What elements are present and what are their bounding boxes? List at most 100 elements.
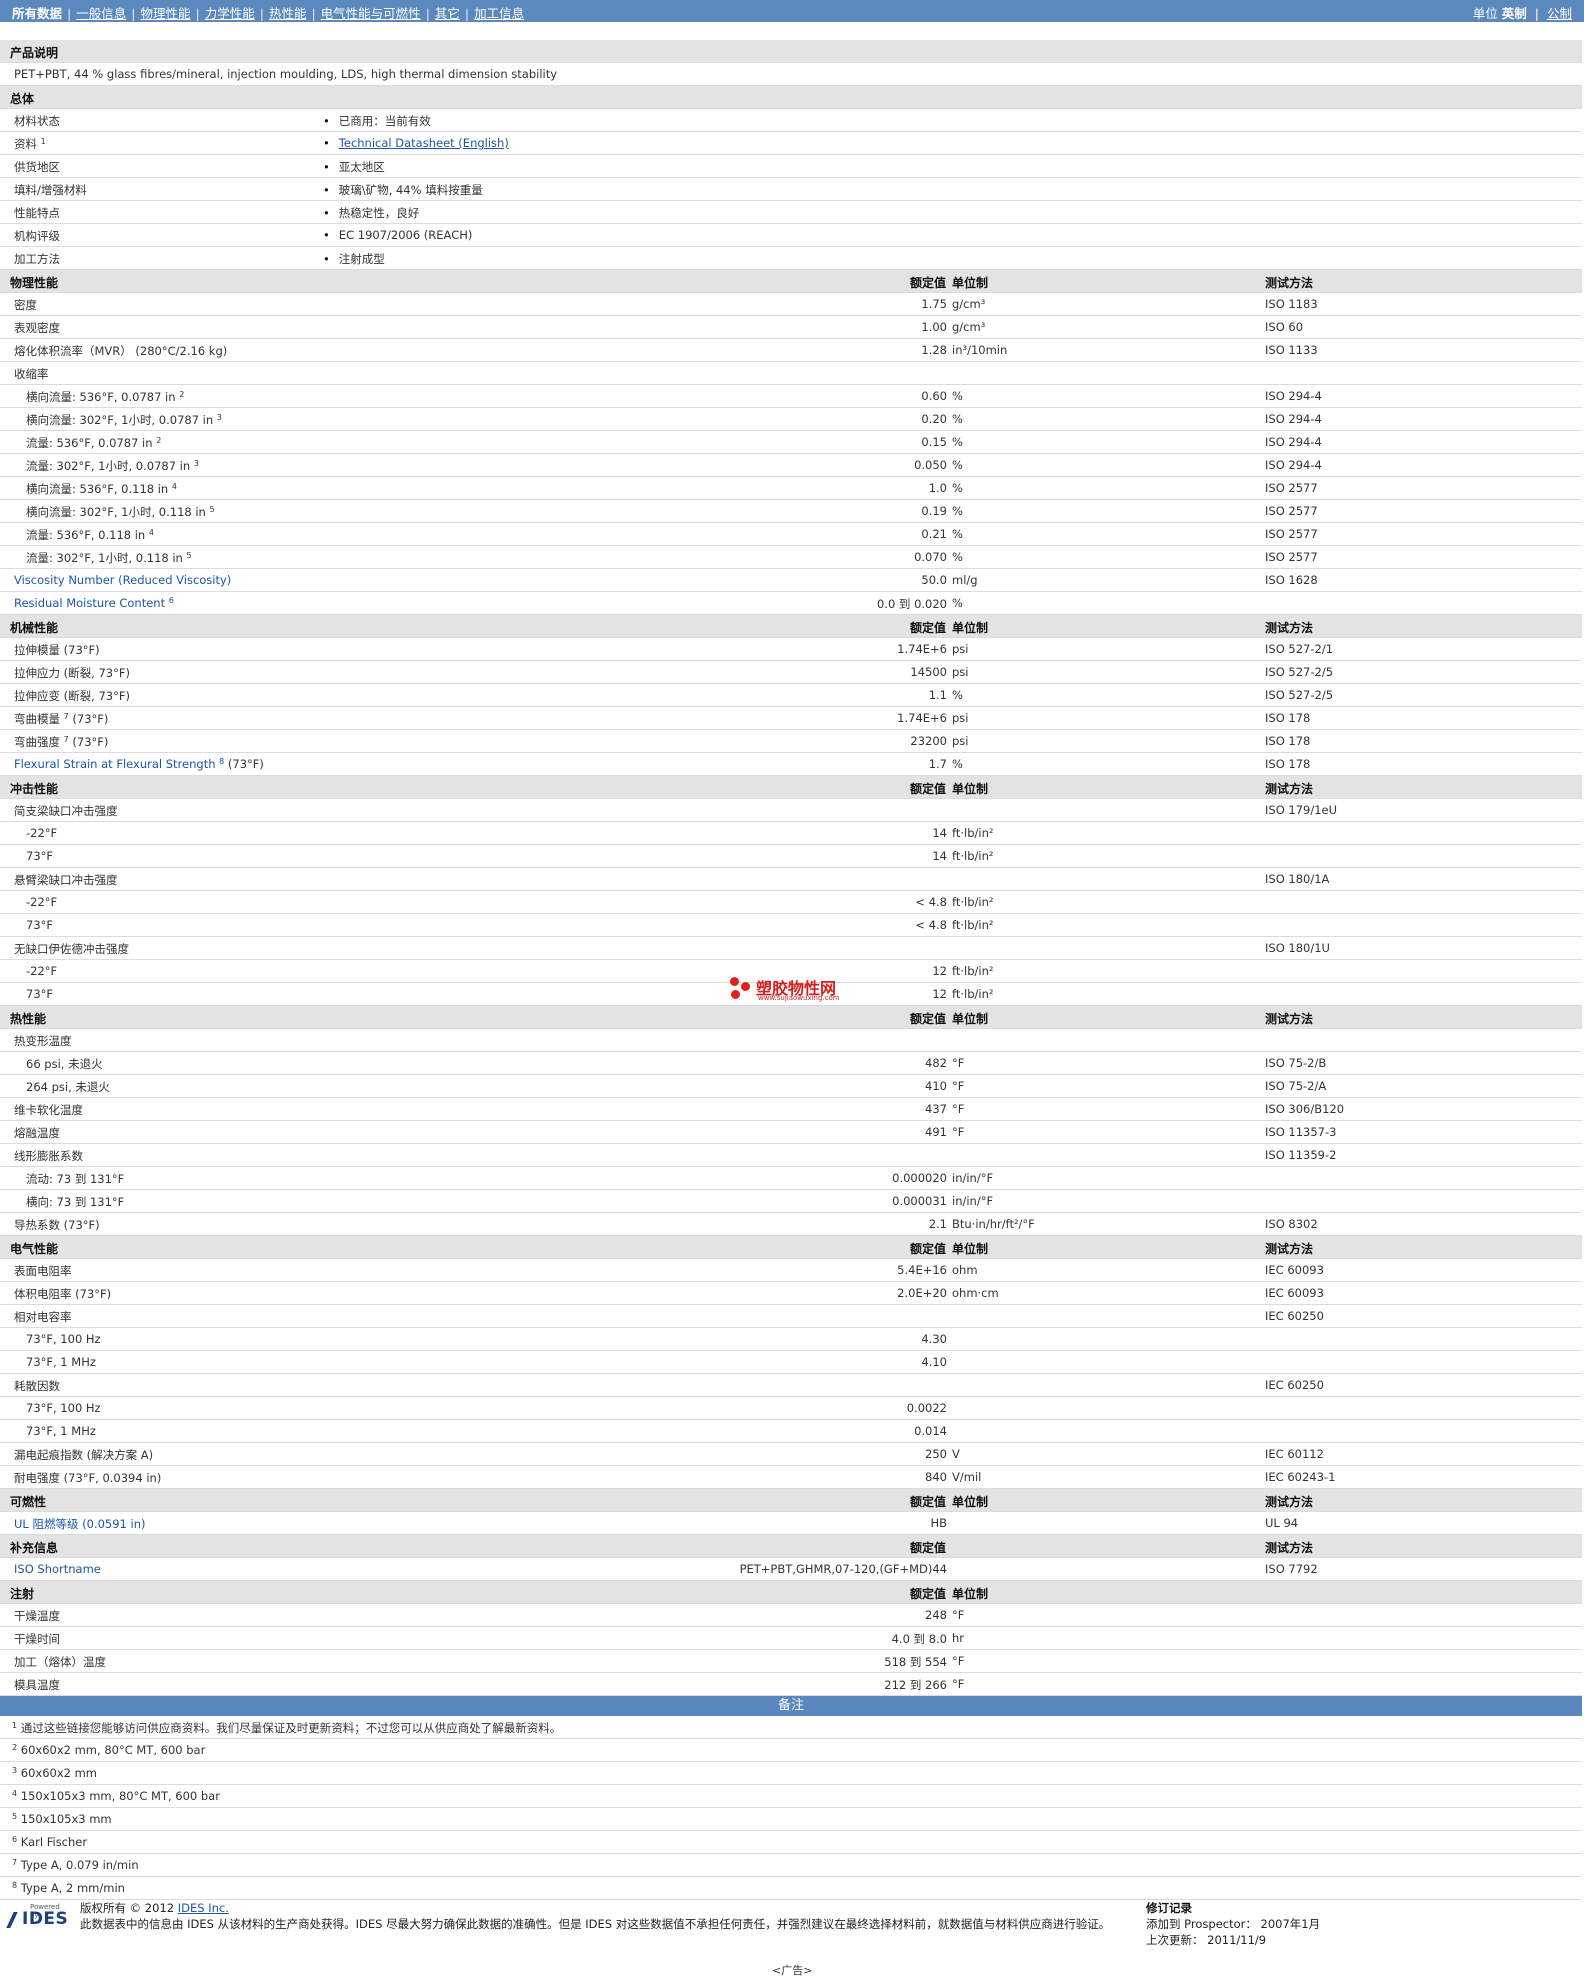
property-row: 拉伸应力 (断裂, 73°F) 14500 psi ISO 527-2/5 bbox=[0, 661, 1582, 684]
revision-added: 添加到 Prospector： 2007年1月 bbox=[1146, 1917, 1321, 1931]
property-name-text: 相对电容率 bbox=[14, 1310, 72, 1324]
property-row: 相对电容率 IEC 60250 bbox=[0, 1305, 1582, 1328]
unit-value: °F bbox=[952, 1677, 965, 1691]
property-row: 73°F, 100 Hz 0.0022 bbox=[0, 1397, 1582, 1420]
nav-item[interactable]: 加工信息 bbox=[474, 6, 524, 21]
unit-imperial-link[interactable]: 英制 bbox=[1502, 6, 1527, 21]
section-header: 机械性能 额定值 单位制 测试方法 bbox=[0, 615, 1582, 638]
test-method: ISO 179/1eU bbox=[1265, 803, 1338, 817]
property-name: 耗散因数 bbox=[14, 1378, 60, 1394]
property-name-text: -22°F bbox=[26, 895, 58, 909]
section-title: 电气性能 bbox=[10, 1242, 59, 1256]
unit-header: 单位制 bbox=[952, 621, 989, 635]
test-method: UL 94 bbox=[1265, 1516, 1299, 1530]
property-name: 表面电阻率 bbox=[14, 1263, 72, 1279]
nominal-value: < 4.8 bbox=[915, 918, 947, 932]
unit-value: psi bbox=[952, 734, 969, 748]
property-name: 干燥温度 bbox=[14, 1608, 60, 1624]
property-name-text: 流动: 73 到 131°F bbox=[26, 1172, 125, 1186]
unit-value: % bbox=[952, 504, 963, 518]
property-name: 横向流量: 536°F, 0.0787 in 2 bbox=[26, 389, 184, 405]
property-name: 简支梁缺口冲击强度 bbox=[14, 803, 118, 819]
property-row: 导热系数 (73°F) 2.1 Btu·in/hr/ft²/°F ISO 8302 bbox=[0, 1213, 1582, 1236]
nav-item[interactable]: 一般信息 bbox=[76, 6, 126, 21]
unit-value: g/cm³ bbox=[952, 320, 986, 334]
property-row: 66 psi, 未退火 482 °F ISO 75-2/B bbox=[0, 1052, 1582, 1075]
test-method: ISO 8302 bbox=[1265, 1217, 1318, 1231]
section-title: 可燃性 bbox=[10, 1495, 47, 1509]
datasheet-link[interactable]: Technical Datasheet (English) bbox=[339, 136, 509, 150]
unit-value: ml/g bbox=[952, 573, 978, 587]
note-content: Karl Fischer bbox=[20, 1835, 88, 1849]
unit-value: % bbox=[952, 527, 963, 541]
property-name-text: 拉伸应力 (断裂, 73°F) bbox=[14, 666, 130, 680]
property-name: 体积电阻率 (73°F) bbox=[14, 1286, 111, 1302]
nominal-value: 0.0 到 0.020 bbox=[876, 597, 947, 611]
property-name: 悬臂梁缺口冲击强度 bbox=[14, 872, 118, 888]
property-name-text: 表面电阻率 bbox=[14, 1264, 72, 1278]
test-method: ISO 1183 bbox=[1265, 297, 1318, 311]
nav-item[interactable]: 热性能 bbox=[269, 6, 307, 21]
nav-item[interactable]: 所有数据 bbox=[12, 6, 62, 21]
property-name-text: 73°F, 100 Hz bbox=[26, 1401, 101, 1415]
nominal-value: 0.000031 bbox=[892, 1194, 947, 1208]
nominal-value: PET+PBT,GHMR,07-120,(GF+MD)44 bbox=[739, 1562, 947, 1576]
revision-title: 修订记录 bbox=[1146, 1901, 1192, 1915]
footnote-ref: 2 bbox=[156, 436, 162, 445]
top-nav-bar: 所有数据 | 一般信息 | 物理性能 | 力学性能 | 热性能 | 电气性能与可燃性 | 其它 | 加工信息… bbox=[0, 0, 1584, 22]
property-name: 模具温度 bbox=[14, 1677, 60, 1693]
unit-value: in/in/°F bbox=[952, 1194, 994, 1208]
property-row: -22°F < 4.8 ft·lb/in² bbox=[0, 891, 1582, 914]
property-name-text: 线形膨胀系数 bbox=[14, 1149, 83, 1163]
unit-value: V bbox=[952, 1447, 960, 1461]
property-name-text: 加工方法 bbox=[14, 252, 60, 266]
property-row: 73°F 14 ft·lb/in² bbox=[0, 845, 1582, 868]
test-method: ISO 294-4 bbox=[1265, 458, 1322, 472]
property-name: 流量: 536°F, 0.118 in 4 bbox=[26, 527, 154, 543]
nominal-value: 4.10 bbox=[921, 1355, 947, 1369]
nav-item[interactable]: 其它 bbox=[435, 6, 460, 21]
unit-header: 单位制 bbox=[952, 1587, 989, 1601]
note-text: 3 60x60x2 mm bbox=[12, 1766, 97, 1780]
ides-link[interactable]: IDES Inc. bbox=[178, 1901, 229, 1915]
property-name-text: 悬臂梁缺口冲击强度 bbox=[14, 873, 118, 887]
nominal-header: 额定值 bbox=[909, 1541, 946, 1555]
unit-value: °F bbox=[952, 1102, 965, 1116]
property-row: 简支梁缺口冲击强度 ISO 179/1eU bbox=[0, 799, 1582, 822]
property-row: 拉伸应变 (断裂, 73°F) 1.1% ISO 527-2/5 bbox=[0, 684, 1582, 707]
property-value: Technical Datasheet (English) bbox=[323, 136, 509, 150]
unit-metric-link[interactable]: 公制 bbox=[1547, 6, 1572, 21]
property-name-text: 密度 bbox=[14, 298, 37, 312]
test-method: ISO 11357-3 bbox=[1265, 1125, 1337, 1139]
property-value: 玻璃\矿物, 44% 填料按重量 bbox=[323, 182, 483, 198]
test-method: ISO 75-2/A bbox=[1265, 1079, 1327, 1093]
test-method: ISO 75-2/B bbox=[1265, 1056, 1327, 1070]
unit-switcher: 单位 英制 | 公制 bbox=[1472, 6, 1572, 21]
nav-item[interactable]: 力学性能 bbox=[205, 6, 255, 21]
nav-item[interactable]: 物理性能 bbox=[140, 6, 190, 21]
property-row: 熔融温度 491 °F ISO 11357-3 bbox=[0, 1121, 1582, 1144]
ides-logo: Powered by IDES bbox=[6, 1903, 70, 1931]
note-row: 5 150x105x3 mm bbox=[0, 1808, 1582, 1831]
property-name: UL 阻燃等级 (0.0591 in) bbox=[14, 1516, 146, 1532]
property-name: 漏电起痕指数 (解决方案 A) bbox=[14, 1447, 153, 1463]
test-method: ISO 527-2/5 bbox=[1265, 688, 1334, 702]
property-name: 维卡软化温度 bbox=[14, 1102, 83, 1118]
property-name-text: 耐电强度 (73°F, 0.0394 in) bbox=[14, 1471, 162, 1485]
property-name-text: 材料状态 bbox=[14, 114, 60, 128]
nav-item[interactable]: 电气性能与可燃性 bbox=[321, 6, 421, 21]
property-name: -22°F bbox=[26, 964, 57, 978]
ad-label: <广告> bbox=[772, 1964, 813, 1977]
property-name: 性能特点 bbox=[14, 205, 60, 221]
property-name: 横向流量: 302°F, 1小时, 0.118 in 5 bbox=[26, 504, 215, 520]
note-content: 60x60x2 mm, 80°C MT, 600 bar bbox=[20, 1743, 206, 1757]
general-row: 机构评级 EC 1907/2006 (REACH) bbox=[0, 224, 1582, 247]
property-row: 横向流量: 302°F, 1小时, 0.118 in 5 0.19% ISO 257… bbox=[0, 500, 1582, 523]
property-row: 密度 1.75 g/cm³ ISO 1183 bbox=[0, 293, 1582, 316]
general-row: 资料 1 Technical Datasheet (English) bbox=[0, 132, 1582, 155]
property-row: 流量: 302°F, 1小时, 0.0787 in 3 0.050% ISO 294… bbox=[0, 454, 1582, 477]
section-title: 热性能 bbox=[10, 1012, 47, 1026]
nominal-value: 0.000020 bbox=[892, 1171, 947, 1185]
section-title: 产品说明 bbox=[10, 46, 59, 60]
property-name-text: 机构评级 bbox=[14, 229, 60, 243]
